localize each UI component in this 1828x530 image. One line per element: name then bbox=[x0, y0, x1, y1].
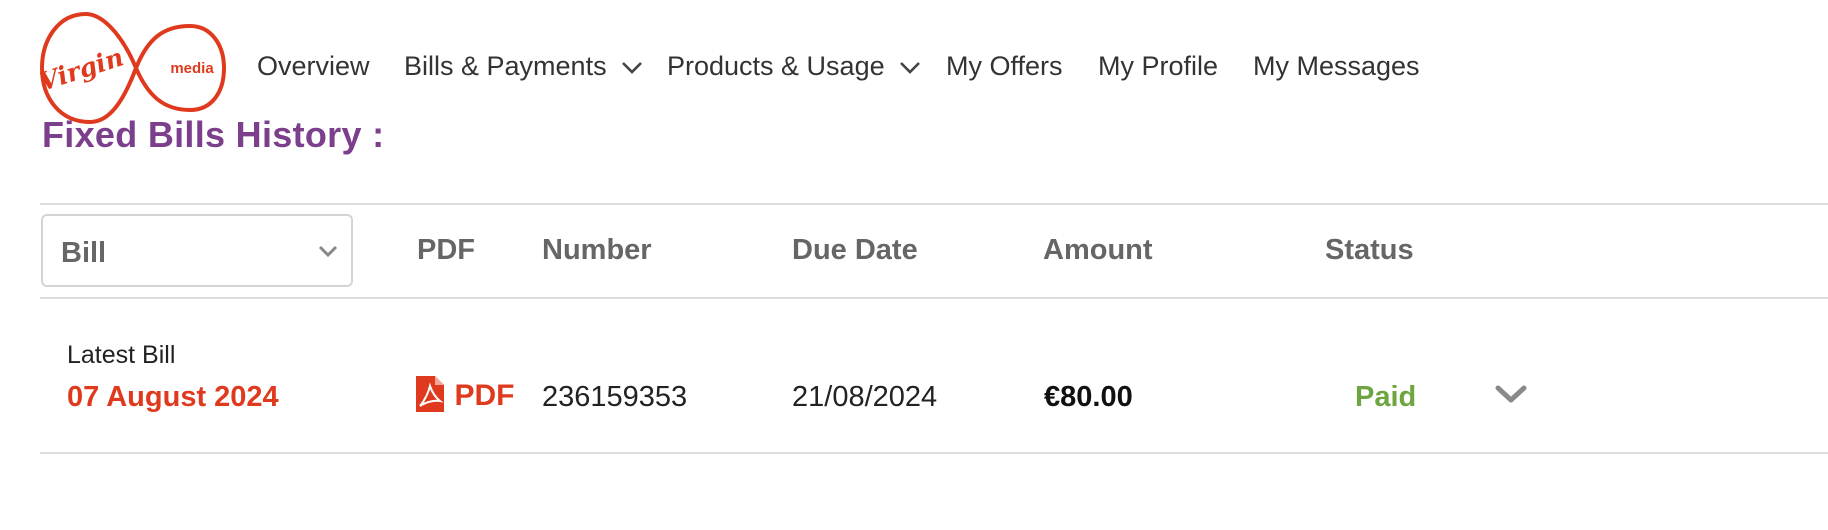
row-label: Latest Bill bbox=[67, 341, 176, 369]
table-header-divider bbox=[40, 297, 1828, 299]
column-header-due-date: Due Date bbox=[792, 234, 918, 266]
nav-bills-payments[interactable]: Bills & Payments bbox=[404, 48, 644, 84]
nav-my-messages[interactable]: My Messages bbox=[1253, 48, 1420, 84]
bill-amount: €80.00 bbox=[1044, 381, 1133, 413]
column-header-number: Number bbox=[542, 234, 652, 266]
bill-number: 236159353 bbox=[542, 381, 688, 413]
table-row-divider bbox=[40, 452, 1828, 454]
table-top-divider bbox=[40, 203, 1828, 205]
column-header-status: Status bbox=[1325, 234, 1414, 266]
logo-word-text: media bbox=[170, 60, 214, 77]
nav-overview-label: Overview bbox=[257, 51, 370, 81]
nav-my-offers-label: My Offers bbox=[946, 51, 1063, 81]
column-header-amount: Amount bbox=[1043, 234, 1153, 266]
bill-date-link[interactable]: 07 August 2024 bbox=[67, 381, 279, 414]
nav-my-profile[interactable]: My Profile bbox=[1098, 48, 1218, 84]
chevron-down-icon bbox=[622, 61, 643, 74]
pdf-download-link[interactable]: PDF bbox=[416, 376, 514, 416]
nav-overview[interactable]: Overview bbox=[257, 48, 370, 84]
nav-my-profile-label: My Profile bbox=[1098, 51, 1219, 81]
nav-products-usage-label: Products & Usage bbox=[667, 51, 885, 81]
chevron-down-icon bbox=[900, 61, 921, 74]
column-header-pdf: PDF bbox=[417, 234, 475, 266]
nav-my-offers[interactable]: My Offers bbox=[946, 48, 1063, 84]
nav-products-usage[interactable]: Products & Usage bbox=[667, 48, 922, 84]
virgin-media-logo-icon: Virgin media bbox=[35, 11, 227, 125]
virgin-media-logo[interactable]: Virgin media bbox=[35, 10, 227, 126]
section-heading-area: Fixed Bills History : bbox=[0, 120, 1828, 172]
bill-due-date: 21/08/2024 bbox=[792, 381, 938, 413]
status-badge: Paid bbox=[1355, 381, 1417, 413]
bill-type-select-value: Bill bbox=[61, 237, 107, 269]
logo-script-text: Virgin bbox=[40, 42, 127, 96]
pdf-link-label: PDF bbox=[454, 379, 515, 412]
nav-my-messages-label: My Messages bbox=[1253, 51, 1420, 81]
chevron-down-icon bbox=[318, 245, 338, 258]
bill-type-select[interactable]: Bill bbox=[41, 214, 353, 287]
nav-bills-payments-label: Bills & Payments bbox=[404, 51, 607, 81]
pdf-file-icon bbox=[416, 376, 444, 412]
row-expand-chevron-icon[interactable] bbox=[1494, 384, 1528, 406]
page-title: Fixed Bills History : bbox=[42, 120, 385, 155]
